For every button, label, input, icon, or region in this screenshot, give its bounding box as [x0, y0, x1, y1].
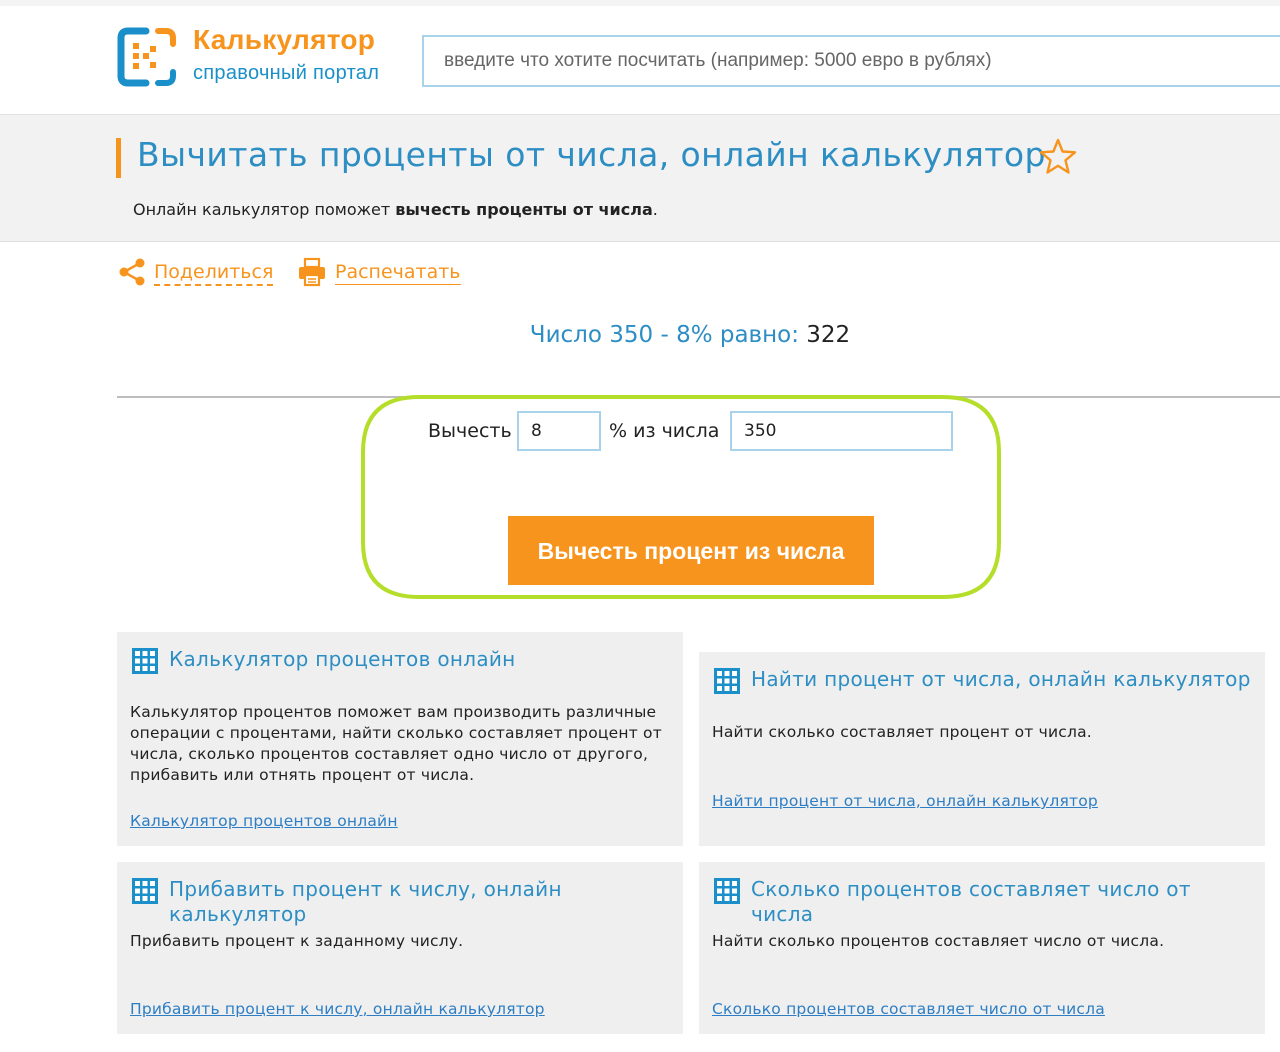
result-label: Число 350 - 8% равно:: [529, 322, 807, 348]
of-number-label: % из числа: [609, 420, 720, 442]
card-title[interactable]: Найти процент от числа, онлайн калькулят…: [751, 667, 1261, 692]
card-link[interactable]: Сколько процентов составляет число от чи…: [712, 1000, 1105, 1018]
card-how-many-percent: Сколько процентов составляет число от чи…: [699, 862, 1265, 1034]
card-text: Калькулятор процентов поможет вам произв…: [130, 703, 662, 784]
table-grid-icon: [132, 648, 158, 674]
card-text: Прибавить процент к заданному числу.: [130, 932, 464, 950]
card-link[interactable]: Прибавить процент к числу, онлайн кальку…: [130, 1000, 545, 1018]
site-header: Калькулятор справочный портал введите чт…: [0, 6, 1280, 115]
card-text: Найти сколько составляет процент от числ…: [712, 723, 1092, 741]
card-title[interactable]: Сколько процентов составляет число от чи…: [751, 877, 1211, 927]
result-value: 322: [806, 322, 851, 348]
card-text: Найти сколько процентов составляет число…: [712, 932, 1165, 950]
logo-title: Калькулятор: [193, 24, 376, 55]
description-bold: вычесть проценты от числа: [395, 200, 653, 219]
favorite-star-icon[interactable]: [1038, 137, 1078, 177]
card-link[interactable]: Калькулятор процентов онлайн: [130, 812, 398, 830]
search-input[interactable]: введите что хотите посчитать (например: …: [422, 35, 1280, 87]
print-link[interactable]: Распечатать: [335, 260, 461, 285]
subtract-percent-button[interactable]: Вычесть процент из числа: [508, 516, 874, 585]
printer-icon: [299, 257, 325, 287]
site-logo[interactable]: Калькулятор справочный портал: [116, 24, 416, 94]
title-section: Вычитать проценты от числа, онлайн кальк…: [0, 115, 1280, 242]
logo-subtitle: справочный портал: [193, 62, 380, 84]
card-title[interactable]: Прибавить процент к числу, онлайн кальку…: [169, 877, 589, 927]
percent-input[interactable]: 8: [517, 411, 601, 451]
subtract-label: Вычесть: [428, 420, 512, 442]
number-input[interactable]: 350: [730, 411, 953, 451]
table-grid-icon: [132, 878, 158, 904]
card-percent-calculator: Калькулятор процентов онлайн Калькулятор…: [117, 632, 683, 846]
table-grid-icon: [714, 878, 740, 904]
description-suffix: .: [652, 200, 658, 219]
card-title[interactable]: Калькулятор процентов онлайн: [169, 647, 669, 672]
card-link[interactable]: Найти процент от числа, онлайн калькулят…: [712, 792, 1098, 810]
page-description: Онлайн калькулятор поможет вычесть проце…: [133, 200, 658, 219]
share-link[interactable]: Поделиться: [154, 260, 274, 286]
table-grid-icon: [714, 668, 740, 694]
page-title: Вычитать проценты от числа, онлайн кальк…: [137, 135, 1046, 174]
share-icon: [119, 258, 145, 286]
logo-calculator-icon: [117, 27, 176, 87]
card-add-percent: Прибавить процент к числу, онлайн кальку…: [117, 862, 683, 1034]
title-accent-bar: [116, 138, 121, 178]
result-line: Число 350 - 8% равно: 322: [0, 322, 1280, 348]
card-find-percent: Найти процент от числа, онлайн калькулят…: [699, 652, 1265, 846]
description-prefix: Онлайн калькулятор поможет: [133, 200, 396, 219]
